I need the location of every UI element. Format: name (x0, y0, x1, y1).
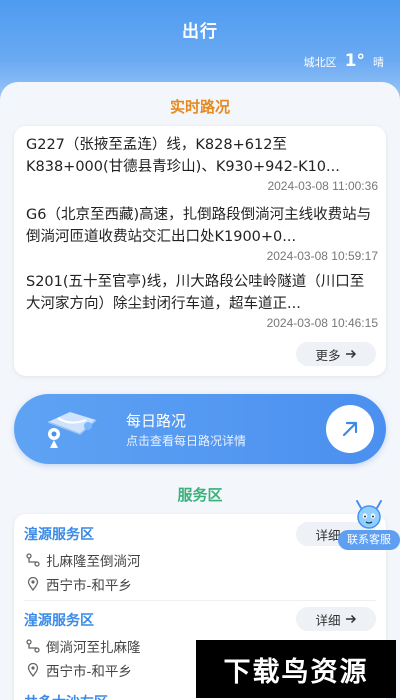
arrow-up-right-icon (342, 421, 358, 437)
route-icon (26, 553, 40, 567)
road-news-card: G227（张掖至孟连）线，K828+612至K838+000(甘德县青珍山)、K… (14, 126, 386, 376)
news-time: 2024-03-08 11:00:36 (267, 179, 378, 193)
weather-condition: 晴 (373, 56, 384, 69)
detail-button[interactable]: 详细 (296, 607, 376, 631)
location-pin-icon (27, 577, 39, 591)
header: 出行 城北区 1° 晴 (0, 0, 400, 90)
service-name[interactable]: 湟源服务区 (24, 610, 94, 630)
support-label: 联系客服 (338, 530, 400, 550)
weather-temperature: 1° (344, 51, 365, 71)
service-name-partial[interactable]: 共多大沙左区 (24, 692, 108, 700)
news-time: 2024-03-08 10:46:15 (266, 316, 378, 330)
route-text: 扎麻隆至倒淌河 (46, 554, 141, 570)
daily-go-button[interactable] (326, 405, 374, 453)
weather-district: 城北区 (303, 56, 337, 69)
daily-subtitle: 点击查看每日路况详情 (126, 434, 247, 448)
page-title: 出行 (182, 22, 218, 42)
customer-service-button[interactable]: 联系客服 (338, 500, 400, 552)
weather-widget[interactable]: 城北区 1° 晴 (304, 51, 384, 71)
arrow-right-icon (345, 614, 356, 624)
news-item[interactable]: G6（北京至西藏)高速，扎倒路段倒淌河主线收费站与倒淌河匝道收费站交汇出口处K1… (26, 204, 378, 263)
mascot-icon (356, 500, 382, 529)
news-text: G6（北京至西藏)高速，扎倒路段倒淌河主线收费站与倒淌河匝道收费站交汇出口处K1… (26, 207, 372, 245)
road-section-title: 实时路况 (169, 98, 230, 116)
more-button[interactable]: 更多 (296, 342, 376, 366)
daily-title: 每日路况 (126, 412, 187, 430)
service-location: 西宁市-和平乡 (26, 574, 132, 594)
service-location: 西宁市-和平乡 (26, 660, 132, 680)
service-route: 倒淌河至扎麻隆 (26, 636, 141, 656)
service-route: 扎麻隆至倒淌河 (26, 550, 141, 570)
location-text: 西宁市-和平乡 (46, 664, 132, 680)
news-text: G227（张掖至孟连）线，K828+612至K838+000(甘德县青珍山)、K… (26, 137, 340, 175)
location-text: 西宁市-和平乡 (46, 578, 132, 594)
news-time: 2024-03-08 10:59:17 (266, 249, 378, 263)
news-item[interactable]: S201(五十至官亭)线，川大路段公哇岭隧道（川口至大河家方向）除尘封闭行车道，… (26, 271, 378, 330)
service-name[interactable]: 湟源服务区 (24, 524, 94, 544)
news-text: S201(五十至官亭)线，川大路段公哇岭隧道（川口至大河家方向）除尘封闭行车道，… (26, 274, 365, 312)
watermark: 下载鸟资源 (196, 640, 396, 698)
arrow-right-icon (345, 349, 356, 359)
detail-label: 详细 (315, 527, 341, 543)
detail-label: 详细 (315, 612, 341, 628)
route-text: 倒淌河至扎麻隆 (46, 640, 141, 656)
map-icon (47, 412, 97, 448)
daily-road-banner[interactable]: 每日路况 点击查看每日路况详情 (14, 394, 386, 464)
more-label: 更多 (315, 347, 341, 363)
divider (24, 600, 376, 601)
news-item[interactable]: G227（张掖至孟连）线，K828+612至K838+000(甘德县青珍山)、K… (26, 134, 378, 193)
location-pin-icon (27, 663, 39, 677)
route-icon (26, 639, 40, 653)
